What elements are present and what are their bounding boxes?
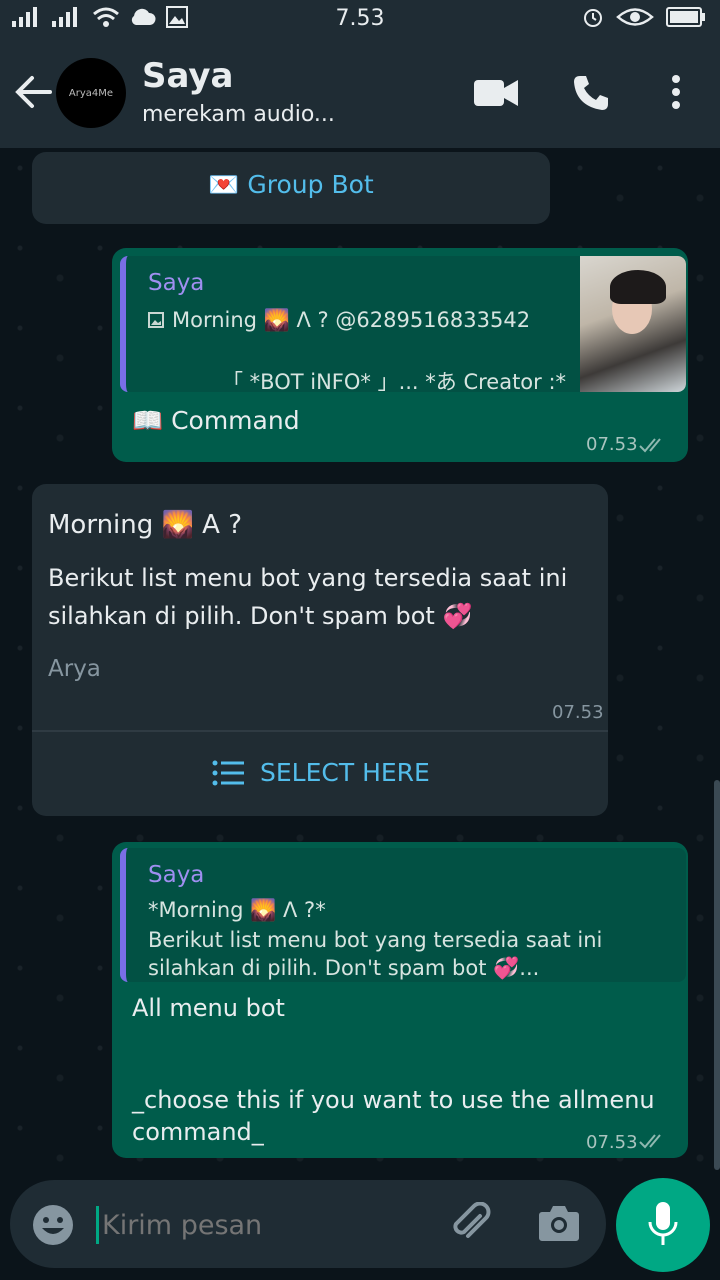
pill-emoji: 💌 — [208, 170, 240, 199]
quote-thumbnail — [580, 256, 686, 392]
message-text-line-3: command_ — [132, 1118, 264, 1146]
battery-icon — [666, 7, 705, 27]
quote-author: Saya — [148, 270, 205, 296]
message-incoming-list[interactable]: Morning 🌄 A ? Berikut list menu bot yang… — [32, 484, 608, 816]
mic-icon — [648, 1202, 678, 1245]
list-body-line-1: Berikut list menu bot yang tersedia saat… — [48, 564, 568, 592]
quoted-message[interactable]: Saya *Morning 🌄 Λ ?* Berikut list menu b… — [120, 848, 686, 982]
list-title: Morning 🌄 A ? — [48, 510, 243, 540]
message-input-bar — [10, 1180, 606, 1268]
select-here-button[interactable]: SELECT HERE — [32, 732, 608, 816]
camera-icon[interactable] — [538, 1204, 580, 1242]
phone-call-icon[interactable] — [572, 74, 610, 112]
status-right — [582, 6, 706, 28]
contact-status: merekam audio... — [142, 102, 335, 127]
eye-icon — [616, 8, 654, 26]
message-input[interactable] — [100, 1200, 434, 1250]
thumbnail-hair — [610, 270, 666, 304]
double-tick-icon — [639, 438, 661, 453]
message-text-line-1: All menu bot — [132, 994, 285, 1022]
more-options-icon[interactable] — [666, 74, 686, 110]
list-body-line-2: silahkan di pilih. Don't spam bot 💞 — [48, 602, 473, 630]
group-bot-pill[interactable]: 💌 Group Bot — [32, 152, 550, 224]
list-icon — [212, 760, 244, 786]
message-outgoing-1[interactable]: Saya Morning 🌄 Λ ? @6289516833542 「 *BOT… — [112, 248, 688, 462]
quote-line-1: Morning 🌄 Λ ? @6289516833542 — [172, 308, 531, 332]
message-time: 07.53 — [552, 702, 604, 723]
avatar-text: Arya4Me — [68, 87, 114, 99]
scrollbar[interactable] — [714, 780, 720, 1170]
avatar[interactable]: Arya4Me — [56, 58, 126, 128]
pill-text: Group Bot — [247, 170, 374, 199]
back-arrow-icon[interactable] — [14, 74, 54, 110]
message-text: 📖 Command — [132, 406, 300, 435]
image-icon — [148, 312, 164, 328]
list-footer: Arya — [48, 656, 101, 682]
quoted-message[interactable]: Saya Morning 🌄 Λ ? @6289516833542 「 *BOT… — [120, 256, 686, 392]
message-time: 07.53 — [586, 1132, 638, 1153]
quote-line-3: silahkan di pilih. Don't spam bot 💞... — [148, 956, 540, 980]
quote-line-1: *Morning 🌄 Λ ?* — [148, 898, 326, 922]
message-text-line-2: _choose this if you want to use the allm… — [132, 1086, 655, 1114]
status-bar: 7.53 — [0, 0, 720, 38]
voice-record-button[interactable] — [616, 1178, 710, 1272]
alarm-icon — [584, 9, 602, 27]
quote-line-2: 「 *BOT iNFO* 」... *あ Creator :* — [222, 370, 567, 392]
quote-author: Saya — [148, 862, 205, 888]
attachment-icon[interactable] — [450, 1202, 494, 1246]
contact-name[interactable]: Saya — [142, 56, 234, 96]
quote-line-2: Berikut list menu bot yang tersedia saat… — [148, 928, 603, 952]
text-cursor — [96, 1206, 99, 1244]
video-call-icon[interactable] — [474, 78, 518, 108]
double-tick-icon — [639, 1134, 661, 1149]
emoji-icon[interactable] — [32, 1204, 74, 1246]
message-outgoing-2[interactable]: Saya *Morning 🌄 Λ ?* Berikut list menu b… — [112, 842, 688, 1158]
select-here-label: SELECT HERE — [260, 758, 430, 787]
message-time: 07.53 — [586, 434, 638, 455]
chat-header: Arya4Me Saya merekam audio... — [0, 38, 720, 148]
